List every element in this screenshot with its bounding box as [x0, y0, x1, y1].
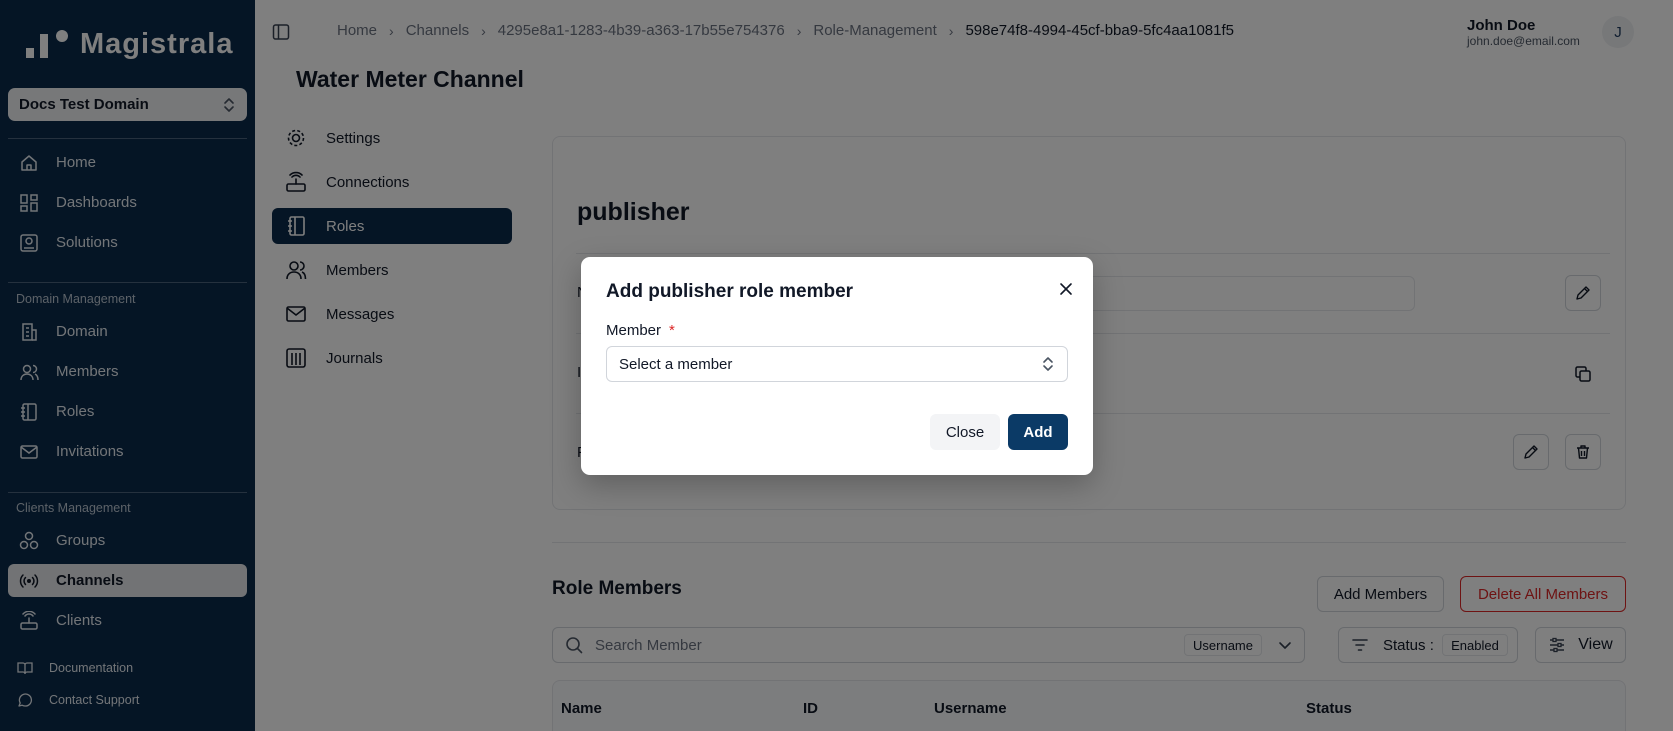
close-button[interactable]: Close	[930, 414, 1000, 450]
member-label-text: Member	[606, 322, 662, 339]
member-select-placeholder: Select a member	[619, 355, 733, 373]
add-role-member-dialog: Add publisher role member Member * Select…	[581, 257, 1093, 475]
add-button[interactable]: Add	[1008, 414, 1068, 450]
required-mark: *	[669, 322, 675, 339]
chevrons-up-down-icon	[1043, 357, 1053, 371]
member-field-label: Member *	[606, 322, 675, 339]
member-select[interactable]: Select a member	[606, 346, 1068, 382]
close-icon	[1060, 283, 1072, 295]
dialog-title: Add publisher role member	[606, 281, 854, 302]
dialog-close-button[interactable]	[1058, 281, 1074, 297]
